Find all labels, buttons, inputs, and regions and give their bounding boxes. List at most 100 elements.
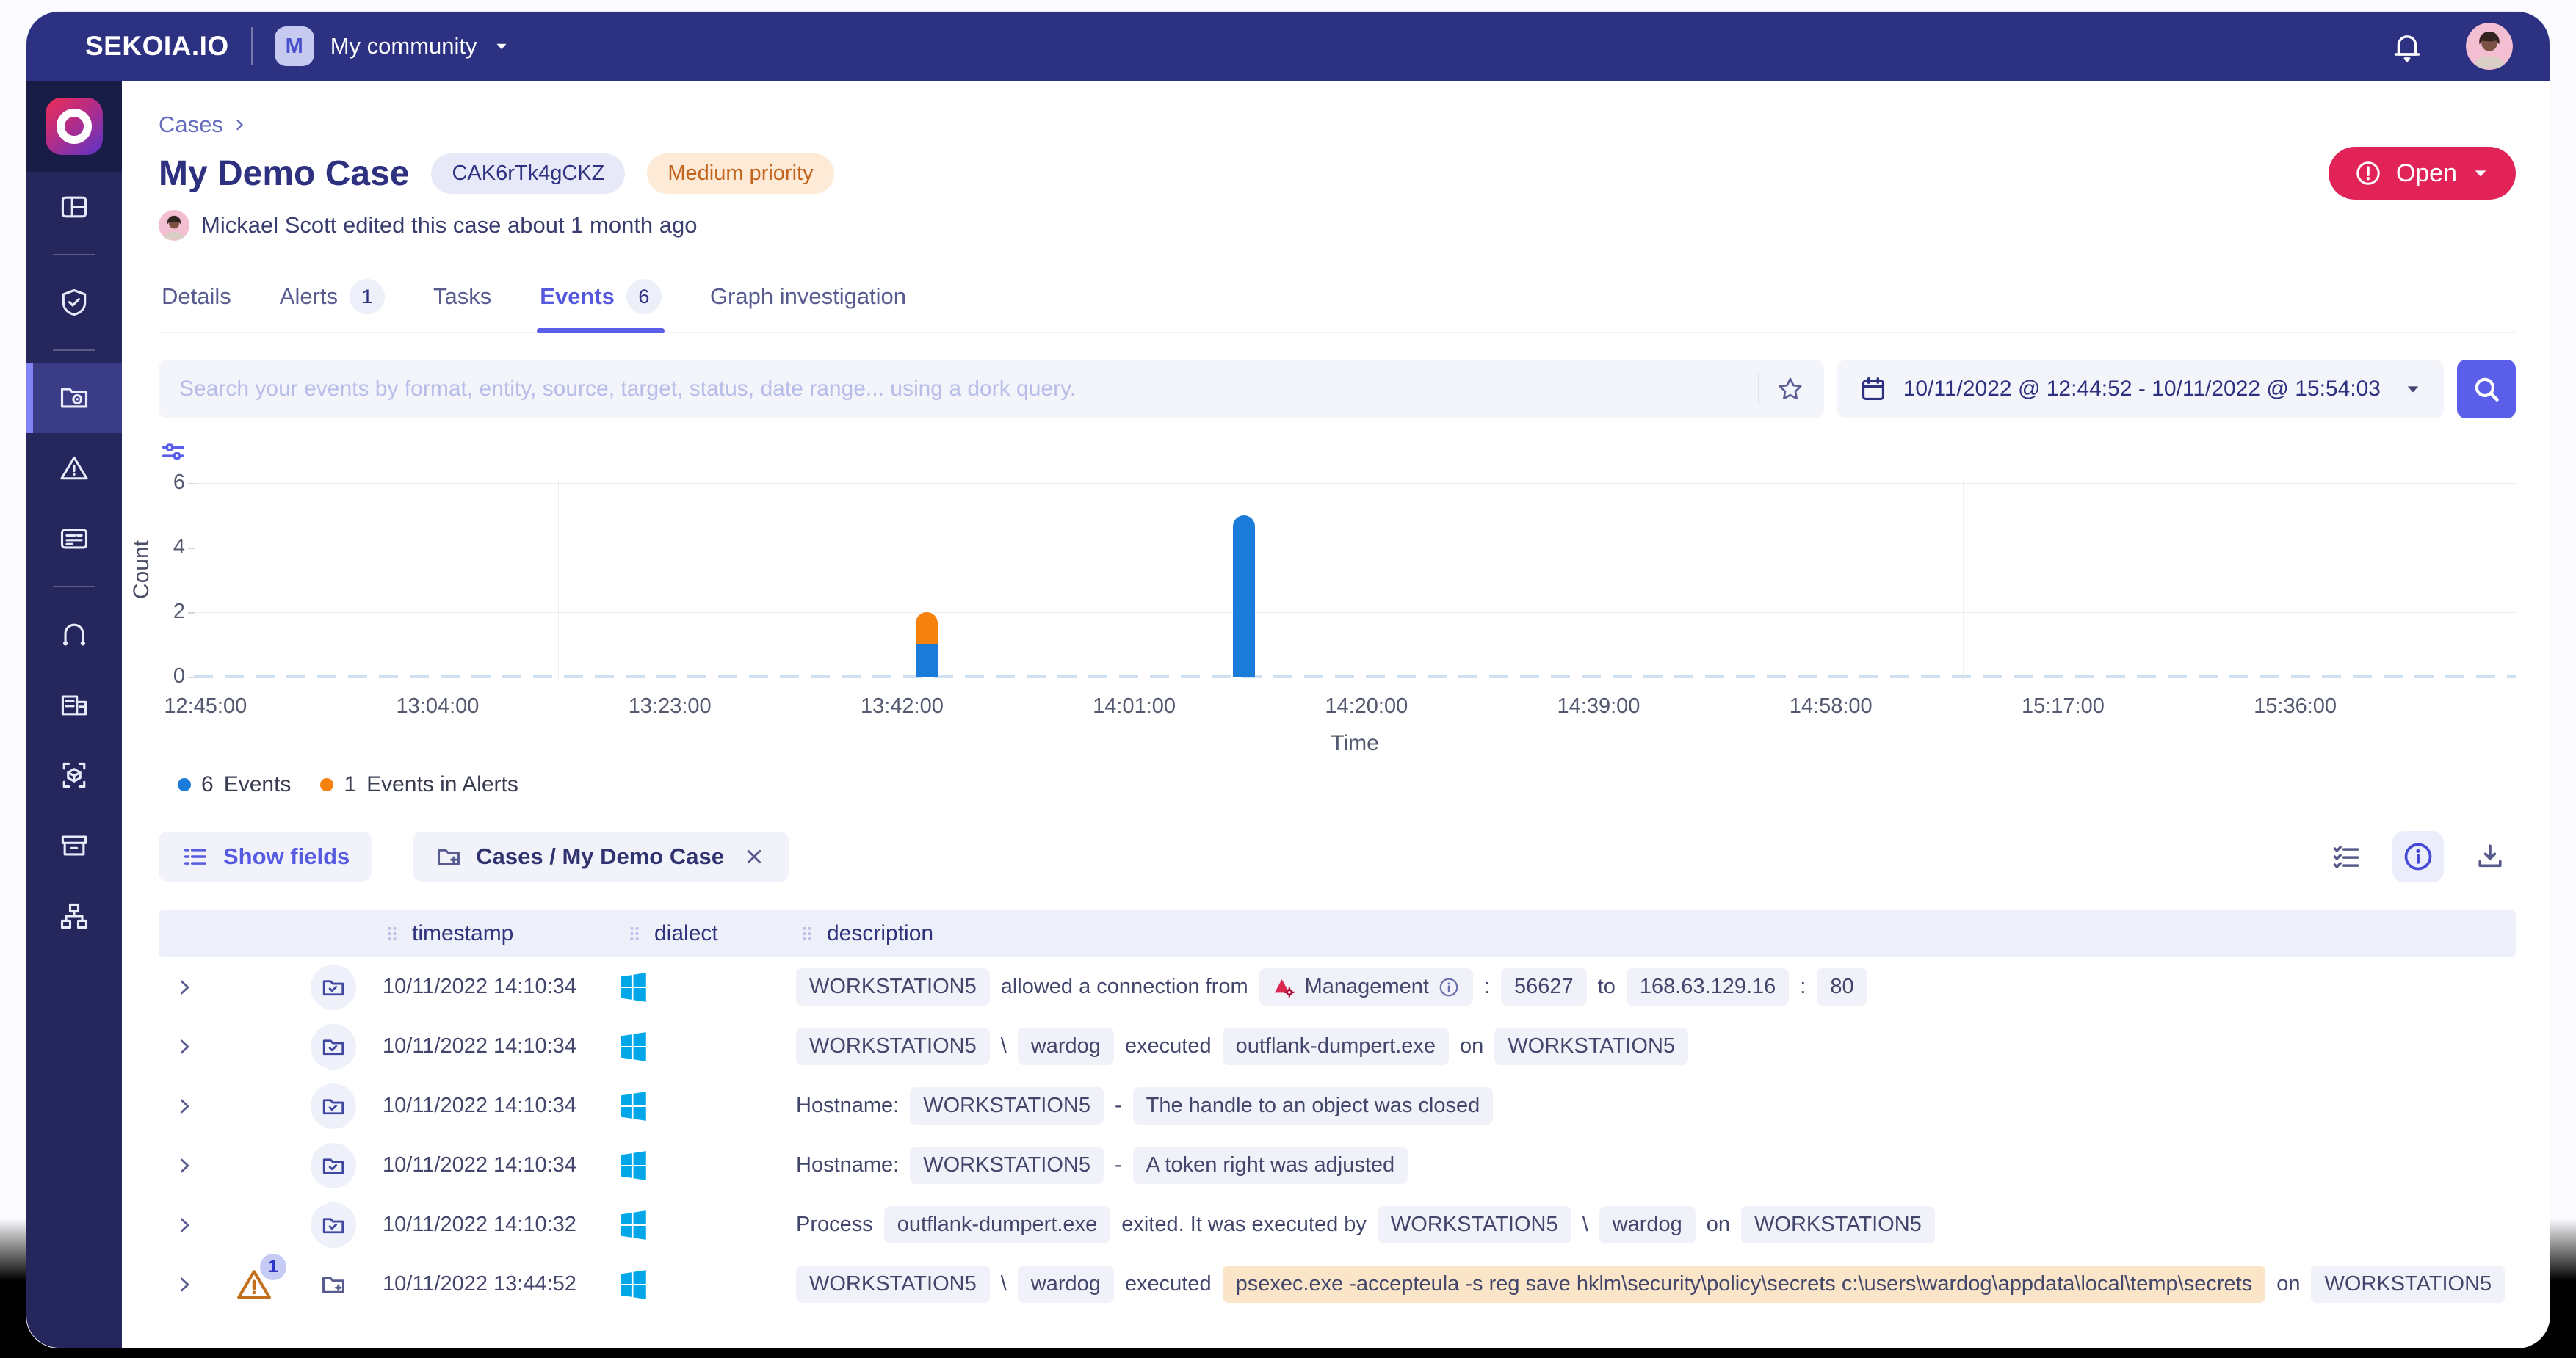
value-chip[interactable]: WORKSTATION5 [910, 1147, 1104, 1184]
tab-graph-investigation[interactable]: Graph investigation [707, 269, 909, 332]
sidebar-item-organization[interactable] [26, 881, 122, 951]
column-header-description[interactable]: description [783, 921, 2516, 946]
case-cell [298, 1271, 368, 1299]
table-row[interactable]: 10/11/2022 14:10:34 WORKSTATION5allowed … [159, 957, 2516, 1017]
dialect-cell [610, 1030, 783, 1064]
value-chip[interactable]: WORKSTATION5 [1494, 1028, 1688, 1065]
expand-row-button[interactable] [159, 1095, 210, 1117]
legend-count: 6 [201, 772, 214, 797]
hierarchy-icon [58, 900, 90, 932]
case-folder-badge[interactable] [311, 965, 356, 1010]
value-chip[interactable]: wardog [1599, 1206, 1696, 1243]
value-chip[interactable]: WORKSTATION5 [1741, 1206, 1935, 1243]
star-icon[interactable] [1776, 374, 1805, 404]
entity-chip[interactable]: Management [1259, 968, 1473, 1006]
tab-events[interactable]: Events6 [537, 269, 665, 332]
tab-alerts[interactable]: Alerts1 [277, 269, 388, 332]
case-folder-badge[interactable] [311, 1083, 356, 1129]
chart-settings-icon[interactable] [159, 437, 188, 467]
select-events-button[interactable] [2320, 831, 2372, 882]
value-chip[interactable]: WORKSTATION5 [1378, 1206, 1571, 1243]
table-row[interactable]: 10/11/2022 14:10:34 Hostname:WORKSTATION… [159, 1136, 2516, 1195]
drag-handle-icon[interactable] [797, 924, 817, 943]
info-icon[interactable] [1438, 976, 1460, 998]
folder-plus-icon[interactable] [319, 1271, 347, 1299]
close-icon[interactable] [742, 844, 767, 869]
value-chip[interactable]: WORKSTATION5 [796, 1266, 990, 1303]
value-chip[interactable]: 80 [1817, 968, 1867, 1006]
date-range-picker[interactable]: 10/11/2022 @ 12:44:52 - 10/11/2022 @ 15:… [1837, 360, 2444, 418]
sidebar-item-alerts[interactable] [26, 433, 122, 504]
chart-bar[interactable] [1233, 515, 1255, 677]
table-row[interactable]: 10/11/2022 14:10:34 Hostname:WORKSTATION… [159, 1076, 2516, 1136]
value-chip[interactable]: The handle to an object was closed [1133, 1087, 1494, 1125]
value-chip[interactable]: WORKSTATION5 [796, 968, 990, 1006]
drag-handle-icon[interactable] [625, 924, 644, 943]
timestamp-cell: 10/11/2022 14:10:34 [368, 975, 610, 999]
expand-row-button[interactable] [159, 1036, 210, 1058]
tab-details[interactable]: Details [159, 269, 234, 332]
sidebar-item-dashboard[interactable] [26, 172, 122, 242]
column-header-dialect[interactable]: dialect [610, 921, 783, 946]
case-status-button[interactable]: Open [2329, 147, 2516, 200]
sidebar-item-playbooks[interactable] [26, 599, 122, 669]
value-chip[interactable]: WORKSTATION5 [2311, 1266, 2505, 1303]
sidebar-item-cases[interactable] [26, 363, 122, 433]
value-chip[interactable]: wardog [1018, 1266, 1114, 1303]
tab-tasks[interactable]: Tasks [430, 269, 494, 332]
table-row[interactable]: 1 10/11/2022 13:44:52 WORKSTATION5\wardo… [159, 1254, 2516, 1314]
highlighted-value-chip[interactable]: psexec.exe -accepteula -s reg save hklm\… [1223, 1266, 2266, 1303]
chart-y-tick: 6 [156, 471, 185, 495]
brand-logo[interactable]: SEKOIA.IO [85, 31, 229, 62]
case-folder-badge[interactable] [311, 1202, 356, 1248]
chart-bar-segment[interactable] [1233, 515, 1255, 677]
user-avatar[interactable] [2466, 23, 2513, 70]
value-chip[interactable]: wardog [1018, 1028, 1114, 1065]
value-chip[interactable]: A token right was adjusted [1133, 1147, 1408, 1184]
column-header-timestamp[interactable]: timestamp [368, 921, 610, 946]
drag-handle-icon[interactable] [383, 924, 402, 943]
expand-row-button[interactable] [159, 1214, 210, 1236]
show-fields-label: Show fields [223, 843, 350, 870]
chart-bar-segment[interactable] [916, 644, 938, 677]
value-chip[interactable]: 56627 [1501, 968, 1587, 1006]
sidebar-item-community[interactable] [26, 669, 122, 740]
timestamp-cell: 10/11/2022 14:10:34 [368, 1153, 610, 1177]
community-switcher[interactable]: M My community [275, 26, 510, 66]
value-chip[interactable]: outflank-dumpert.exe [884, 1206, 1110, 1243]
table-row[interactable]: 10/11/2022 14:10:34 WORKSTATION5\wardoge… [159, 1017, 2516, 1076]
sidebar-item-archive[interactable] [26, 810, 122, 881]
value-chip[interactable]: 168.63.129.16 [1627, 968, 1789, 1006]
expand-row-button[interactable] [159, 976, 210, 998]
chart-bar-segment[interactable] [916, 612, 938, 644]
sidebar-item-reports[interactable] [26, 504, 122, 574]
app-logo[interactable] [26, 81, 122, 172]
show-fields-button[interactable]: Show fields [159, 832, 372, 882]
chip-label: wardog [1031, 1034, 1101, 1059]
value-chip[interactable]: outflank-dumpert.exe [1223, 1028, 1449, 1065]
value-chip[interactable]: WORKSTATION5 [796, 1028, 990, 1065]
breadcrumb-cases[interactable]: Cases [159, 112, 223, 138]
chart-bar[interactable] [916, 612, 938, 677]
event-details-button[interactable] [2392, 831, 2444, 882]
breadcrumb[interactable]: Cases [159, 112, 2516, 138]
chart-gridline-vertical [1963, 479, 1964, 680]
expand-row-button[interactable] [159, 1155, 210, 1177]
case-filter-chip[interactable]: Cases / My Demo Case [413, 832, 789, 882]
case-folder-badge[interactable] [311, 1143, 356, 1188]
table-row[interactable]: 10/11/2022 14:10:32 Processoutflank-dump… [159, 1195, 2516, 1254]
search-submit-button[interactable] [2457, 360, 2516, 418]
notifications-bell-icon[interactable] [2389, 29, 2425, 64]
chevron-down-icon [2472, 164, 2489, 182]
chip-label: WORKSTATION5 [809, 975, 977, 999]
chart-x-tick: 12:45:00 [164, 694, 247, 719]
community-label: My community [330, 33, 477, 59]
sidebar-item-intelligence[interactable] [26, 267, 122, 338]
download-button[interactable] [2464, 831, 2516, 882]
alert-indicator[interactable]: 1 [235, 1266, 273, 1304]
expand-row-button[interactable] [159, 1274, 210, 1296]
value-chip[interactable]: WORKSTATION5 [910, 1087, 1104, 1125]
case-folder-badge[interactable] [311, 1024, 356, 1070]
search-input[interactable] [178, 376, 1742, 402]
sidebar-item-sandbox[interactable] [26, 740, 122, 810]
